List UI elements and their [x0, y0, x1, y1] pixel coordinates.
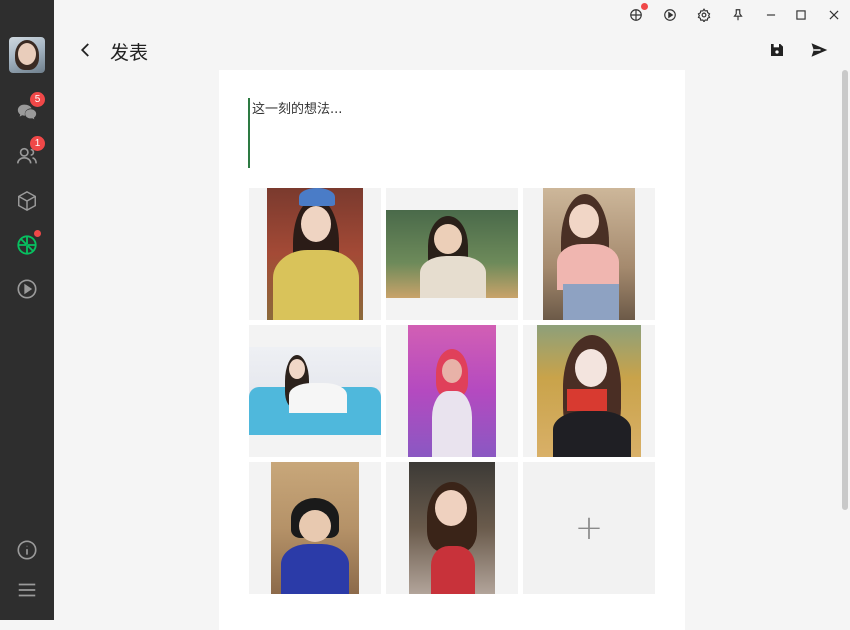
send-icon: [811, 43, 828, 57]
maximize-button[interactable]: [792, 6, 810, 24]
close-icon: [829, 10, 839, 20]
about-button[interactable]: [14, 537, 40, 563]
photo-1[interactable]: [249, 188, 381, 320]
sidebar-item-moments[interactable]: [14, 230, 41, 258]
photo-3[interactable]: [523, 188, 655, 320]
photo-6[interactable]: [523, 325, 655, 457]
photo-7[interactable]: [249, 462, 381, 594]
play-icon: [664, 9, 676, 21]
moments-dot: [34, 230, 41, 237]
settings-button[interactable]: [695, 6, 713, 24]
post-text-input[interactable]: [248, 98, 652, 168]
menu-button[interactable]: [14, 577, 40, 603]
sidebar: 5 1: [0, 0, 54, 620]
avatar[interactable]: [9, 37, 45, 73]
contacts-badge: 1: [30, 136, 45, 151]
photo-8[interactable]: [386, 462, 518, 594]
photo-2[interactable]: [386, 188, 518, 320]
sidebar-item-mini-programs[interactable]: [14, 188, 40, 214]
publish-button[interactable]: [809, 40, 829, 60]
hamburger-icon: [18, 583, 36, 597]
cube-icon: [18, 190, 36, 212]
sidebar-item-chats[interactable]: 5: [14, 92, 45, 125]
notification-dot: [641, 3, 648, 10]
play-circle-icon: [17, 279, 37, 299]
plus-icon: +: [574, 508, 604, 548]
info-icon: [17, 540, 37, 560]
sidebar-item-channels[interactable]: [14, 276, 40, 302]
pin-button[interactable]: [729, 6, 747, 24]
save-draft-button[interactable]: [767, 40, 787, 60]
aperture-icon: [630, 9, 642, 21]
video-button[interactable]: [661, 6, 679, 24]
moments-icon: [17, 235, 37, 255]
maximize-icon: [796, 10, 806, 20]
save-icon: [771, 44, 783, 56]
chevron-left-icon: [80, 43, 89, 57]
chats-badge: 5: [30, 92, 45, 107]
scrollbar[interactable]: [842, 70, 848, 510]
minimize-icon: [766, 14, 776, 16]
photo-4[interactable]: [249, 325, 381, 457]
sidebar-item-contacts[interactable]: 1: [14, 136, 45, 169]
pin-icon: [733, 9, 743, 21]
close-button[interactable]: [825, 6, 843, 24]
photo-5[interactable]: [386, 325, 518, 457]
compose-card: +: [219, 70, 685, 630]
back-button[interactable]: [76, 40, 96, 60]
page-title: 发表: [110, 42, 149, 64]
mini-program-button[interactable]: [627, 3, 648, 24]
gear-icon: [697, 8, 711, 22]
add-photo-button[interactable]: +: [523, 462, 655, 594]
minimize-button[interactable]: [762, 6, 780, 24]
